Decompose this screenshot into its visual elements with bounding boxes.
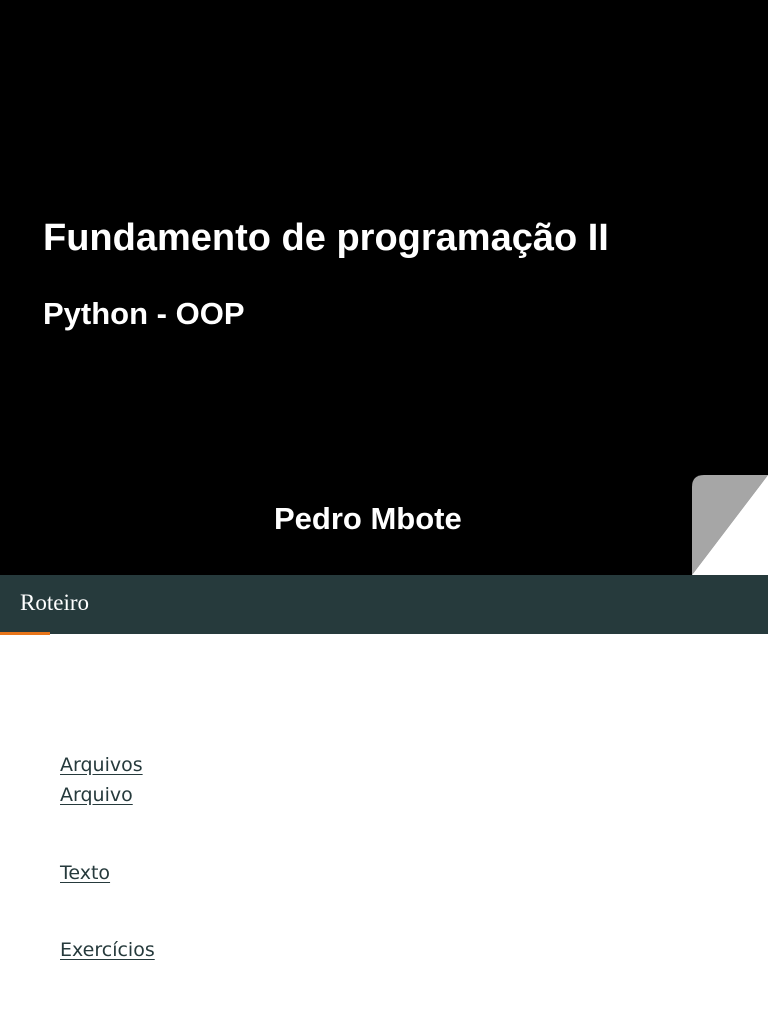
title-slide: Fundamento de programação II Python - OO… — [0, 0, 768, 575]
link-texto[interactable]: Texto — [60, 861, 110, 885]
slide-title: Fundamento de programação II — [43, 217, 609, 259]
outline-header: Roteiro — [0, 575, 768, 634]
outline-header-title: Roteiro — [20, 590, 89, 615]
link-arquivo[interactable]: Arquivo — [60, 783, 133, 807]
link-arquivos[interactable]: Arquivos — [60, 753, 143, 777]
outline-slide: Roteiro Arquivos Arquivo Texto Exercício… — [0, 575, 768, 1024]
slide-subtitle: Python - OOP — [43, 296, 245, 331]
document-page: Fundamento de programação II Python - OO… — [0, 0, 768, 1024]
page-curl-decoration — [692, 475, 768, 575]
link-exercicios[interactable]: Exercícios — [60, 938, 155, 962]
slide-author: Pedro Mbote — [274, 501, 462, 536]
accent-line — [0, 632, 50, 635]
